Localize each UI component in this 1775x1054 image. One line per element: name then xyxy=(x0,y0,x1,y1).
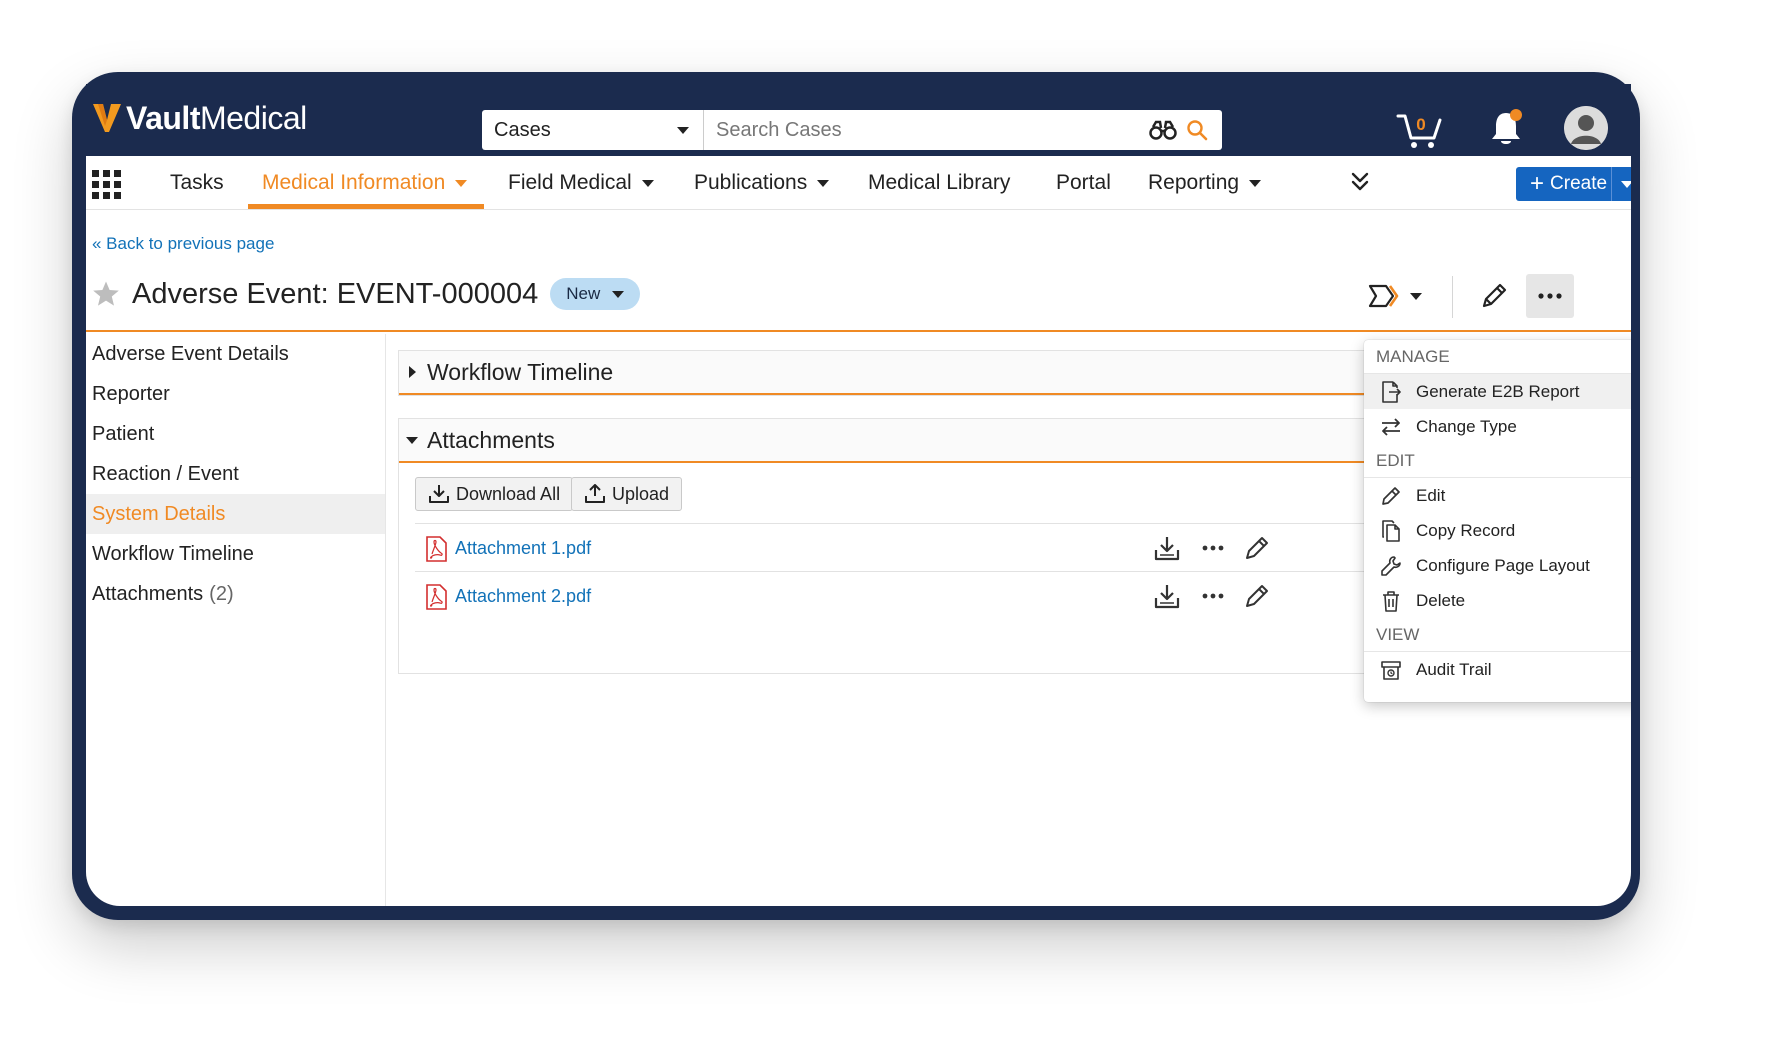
menu-item-delete[interactable]: Delete xyxy=(1364,583,1631,618)
download-icon xyxy=(429,485,449,503)
bell-icon[interactable] xyxy=(1488,108,1524,148)
star-icon[interactable] xyxy=(92,280,120,308)
avatar-icon[interactable] xyxy=(1564,106,1608,150)
export-icon xyxy=(1382,380,1401,403)
pencil-icon[interactable] xyxy=(1243,534,1271,562)
caret-down-icon xyxy=(677,127,689,134)
search-scope-label: Cases xyxy=(494,118,551,141)
search-bar: Cases xyxy=(482,110,1222,150)
caret-right-icon xyxy=(409,366,416,378)
caret-down-icon xyxy=(612,290,625,298)
attachment-link[interactable]: Attachment 1.pdf xyxy=(455,538,591,559)
menu-header-edit: EDIT xyxy=(1364,444,1631,478)
chevron-double-down-icon[interactable] xyxy=(1348,170,1372,194)
create-main-button[interactable]: + Create xyxy=(1516,167,1612,201)
cart-count: 0 xyxy=(1416,115,1425,134)
pdf-icon xyxy=(426,584,447,610)
top-header: VaultMedical Cases Search Cases 0 xyxy=(86,84,1631,156)
download-icon[interactable] xyxy=(1153,582,1181,610)
section-nav-attachments[interactable]: Attachments (2) xyxy=(86,574,385,614)
menu-item-copy-record[interactable]: Copy Record xyxy=(1364,513,1631,548)
caret-down-icon xyxy=(406,437,418,444)
search-scope-select[interactable]: Cases xyxy=(482,110,704,150)
section-nav-patient[interactable]: Patient xyxy=(86,414,385,454)
pencil-icon[interactable] xyxy=(1243,582,1271,610)
header-divider xyxy=(86,330,1631,332)
more-icon xyxy=(1538,293,1562,299)
wrench-icon xyxy=(1381,555,1401,576)
menu-item-change-type[interactable]: Change Type xyxy=(1364,409,1631,444)
section-nav-reporter[interactable]: Reporter xyxy=(86,374,385,414)
app-screen: VaultMedical Cases Search Cases 0 Tasks … xyxy=(86,84,1631,906)
nav-field-medical[interactable]: Field Medical xyxy=(508,156,654,210)
status-badge[interactable]: New xyxy=(550,278,641,310)
section-nav-system-details[interactable]: System Details xyxy=(86,494,385,534)
vault-logo-icon xyxy=(93,104,121,132)
upload-icon xyxy=(585,484,605,503)
actions-menu: MANAGE Generate E2B Report Change Type E… xyxy=(1364,340,1631,702)
download-icon[interactable] xyxy=(1153,534,1181,562)
search-icon[interactable] xyxy=(1180,110,1214,150)
page-title: Adverse Event: EVENT-000004 xyxy=(132,277,539,310)
section-nav-reaction-event[interactable]: Reaction / Event xyxy=(86,454,385,494)
app-logo[interactable]: VaultMedical xyxy=(92,96,307,140)
caret-down-icon xyxy=(641,179,654,187)
create-dropdown-toggle[interactable] xyxy=(1612,180,1631,188)
download-all-button[interactable]: Download All xyxy=(415,477,574,511)
section-nav: Adverse Event Details Reporter Patient R… xyxy=(86,334,386,906)
section-nav-workflow-timeline[interactable]: Workflow Timeline xyxy=(86,534,385,574)
record-header: Adverse Event: EVENT-000004 New xyxy=(92,272,641,316)
menu-item-edit[interactable]: Edit xyxy=(1364,478,1631,513)
nav-tasks[interactable]: Tasks xyxy=(170,156,224,210)
nav-medical-library[interactable]: Medical Library xyxy=(868,156,1010,210)
audit-icon xyxy=(1381,660,1401,680)
more-actions-button[interactable] xyxy=(1526,274,1574,318)
plus-icon: + xyxy=(1530,170,1545,197)
copy-icon xyxy=(1382,519,1400,542)
menu-item-audit-trail[interactable]: Audit Trail xyxy=(1364,652,1631,687)
caret-down-icon xyxy=(1410,292,1422,300)
pencil-icon[interactable] xyxy=(1478,280,1514,316)
attachment-link[interactable]: Attachment 2.pdf xyxy=(455,586,591,607)
menu-item-generate-e2b-report[interactable]: Generate E2B Report xyxy=(1364,374,1631,409)
menu-header-view: VIEW xyxy=(1364,618,1631,652)
swap-icon xyxy=(1382,417,1400,436)
nav-portal[interactable]: Portal xyxy=(1056,156,1111,210)
workflow-icon xyxy=(1368,284,1399,308)
divider xyxy=(1452,276,1453,318)
menu-item-configure-page-layout[interactable]: Configure Page Layout xyxy=(1364,548,1631,583)
caret-down-icon xyxy=(817,179,830,187)
workflow-actions-button[interactable] xyxy=(1368,278,1428,314)
nav-medical-information[interactable]: Medical Information xyxy=(262,156,468,210)
more-icon[interactable] xyxy=(1199,534,1227,562)
caret-down-icon xyxy=(455,179,468,187)
nav-publications[interactable]: Publications xyxy=(694,156,830,210)
app-grid-icon[interactable] xyxy=(92,170,122,200)
trash-icon xyxy=(1383,590,1399,612)
upload-button[interactable]: Upload xyxy=(571,477,683,511)
attachments-count: (2) xyxy=(209,582,234,605)
cart-icon[interactable]: 0 xyxy=(1396,110,1444,150)
active-tab-indicator xyxy=(248,204,484,209)
nav-reporting[interactable]: Reporting xyxy=(1148,156,1262,210)
caret-down-icon xyxy=(1621,180,1631,188)
app-name: VaultMedical xyxy=(126,99,307,136)
more-icon[interactable] xyxy=(1199,582,1227,610)
main-nav: Tasks Medical Information Field Medical … xyxy=(86,156,1631,210)
pdf-icon xyxy=(426,536,447,562)
caret-down-icon xyxy=(1249,179,1262,187)
create-button: + Create xyxy=(1516,167,1631,201)
back-link[interactable]: « Back to previous page xyxy=(92,234,274,254)
binoculars-icon[interactable] xyxy=(1146,110,1180,150)
menu-header-manage: MANAGE xyxy=(1364,340,1631,374)
section-nav-adverse-event-details[interactable]: Adverse Event Details xyxy=(86,334,385,374)
pencil-icon xyxy=(1382,486,1400,505)
search-input[interactable] xyxy=(704,110,1146,150)
